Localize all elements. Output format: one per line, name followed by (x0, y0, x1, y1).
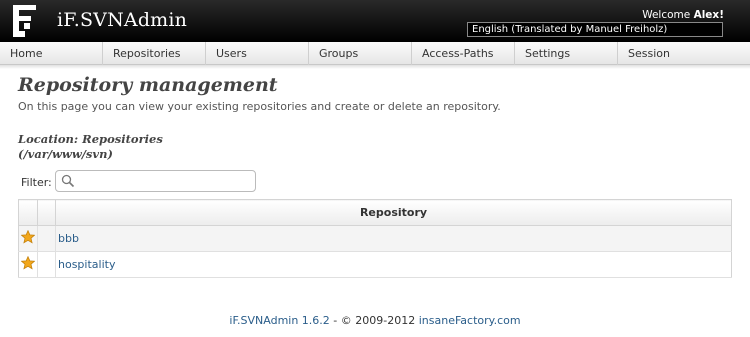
nav-item-users[interactable]: Users (206, 42, 309, 65)
welcome-message: Welcome Alex! (642, 9, 724, 21)
app-title: iF.SVNAdmin (57, 9, 188, 31)
footer-copyright: - © 2009-2012 (329, 314, 419, 327)
main-nav: Home Repositories Users Groups Access-Pa… (0, 42, 750, 65)
star-icon (20, 229, 36, 244)
footer-company-link[interactable]: insaneFactory.com (419, 314, 521, 327)
star-cell (18, 225, 38, 252)
select-cell[interactable] (37, 225, 56, 252)
filter-input[interactable] (78, 173, 250, 189)
username: Alex! (693, 9, 724, 21)
welcome-prefix: Welcome (642, 9, 694, 21)
nav-item-repositories[interactable]: Repositories (103, 42, 206, 65)
app-header: iF.SVNAdmin Welcome Alex! English (Trans… (0, 0, 750, 42)
table-row: hospitality (18, 251, 732, 278)
page-title: Repository management (18, 74, 278, 96)
filter-box[interactable] (55, 170, 256, 192)
nav-item-groups[interactable]: Groups (309, 42, 412, 65)
filter-label: Filter: (21, 176, 52, 189)
repository-table: Repository bbb hospitality (18, 199, 732, 278)
repository-name-cell: bbb (55, 225, 732, 252)
table-row: bbb (18, 225, 732, 252)
select-cell[interactable] (37, 251, 56, 278)
repository-column-header: Repository (55, 199, 732, 226)
footer: iF.SVNAdmin 1.6.2 - © 2009-2012 insaneFa… (0, 314, 750, 327)
star-cell (18, 251, 38, 278)
nav-item-settings[interactable]: Settings (515, 42, 618, 65)
location-info: Location: Repositories (/var/www/svn) (18, 132, 163, 162)
table-header-row: Repository (18, 199, 732, 226)
location-path: (/var/www/svn) (18, 147, 113, 161)
repository-link[interactable]: bbb (56, 232, 79, 245)
star-column-header (18, 199, 38, 226)
search-icon (61, 174, 75, 188)
repository-link[interactable]: hospitality (56, 258, 115, 271)
app-logo[interactable] (10, 5, 40, 37)
language-select[interactable]: English (Translated by Manuel Freiholz) (467, 22, 723, 37)
nav-shadow (0, 65, 750, 69)
nav-item-access-paths[interactable]: Access-Paths (412, 42, 515, 65)
select-column-header (37, 199, 56, 226)
footer-app-link[interactable]: iF.SVNAdmin 1.6.2 (229, 314, 329, 327)
location-label: Location: Repositories (18, 132, 163, 146)
nav-item-home[interactable]: Home (0, 42, 103, 65)
nav-item-session[interactable]: Session (618, 42, 750, 65)
repository-name-cell: hospitality (55, 251, 732, 278)
page-description: On this page you can view your existing … (18, 100, 501, 113)
star-icon (20, 255, 36, 270)
